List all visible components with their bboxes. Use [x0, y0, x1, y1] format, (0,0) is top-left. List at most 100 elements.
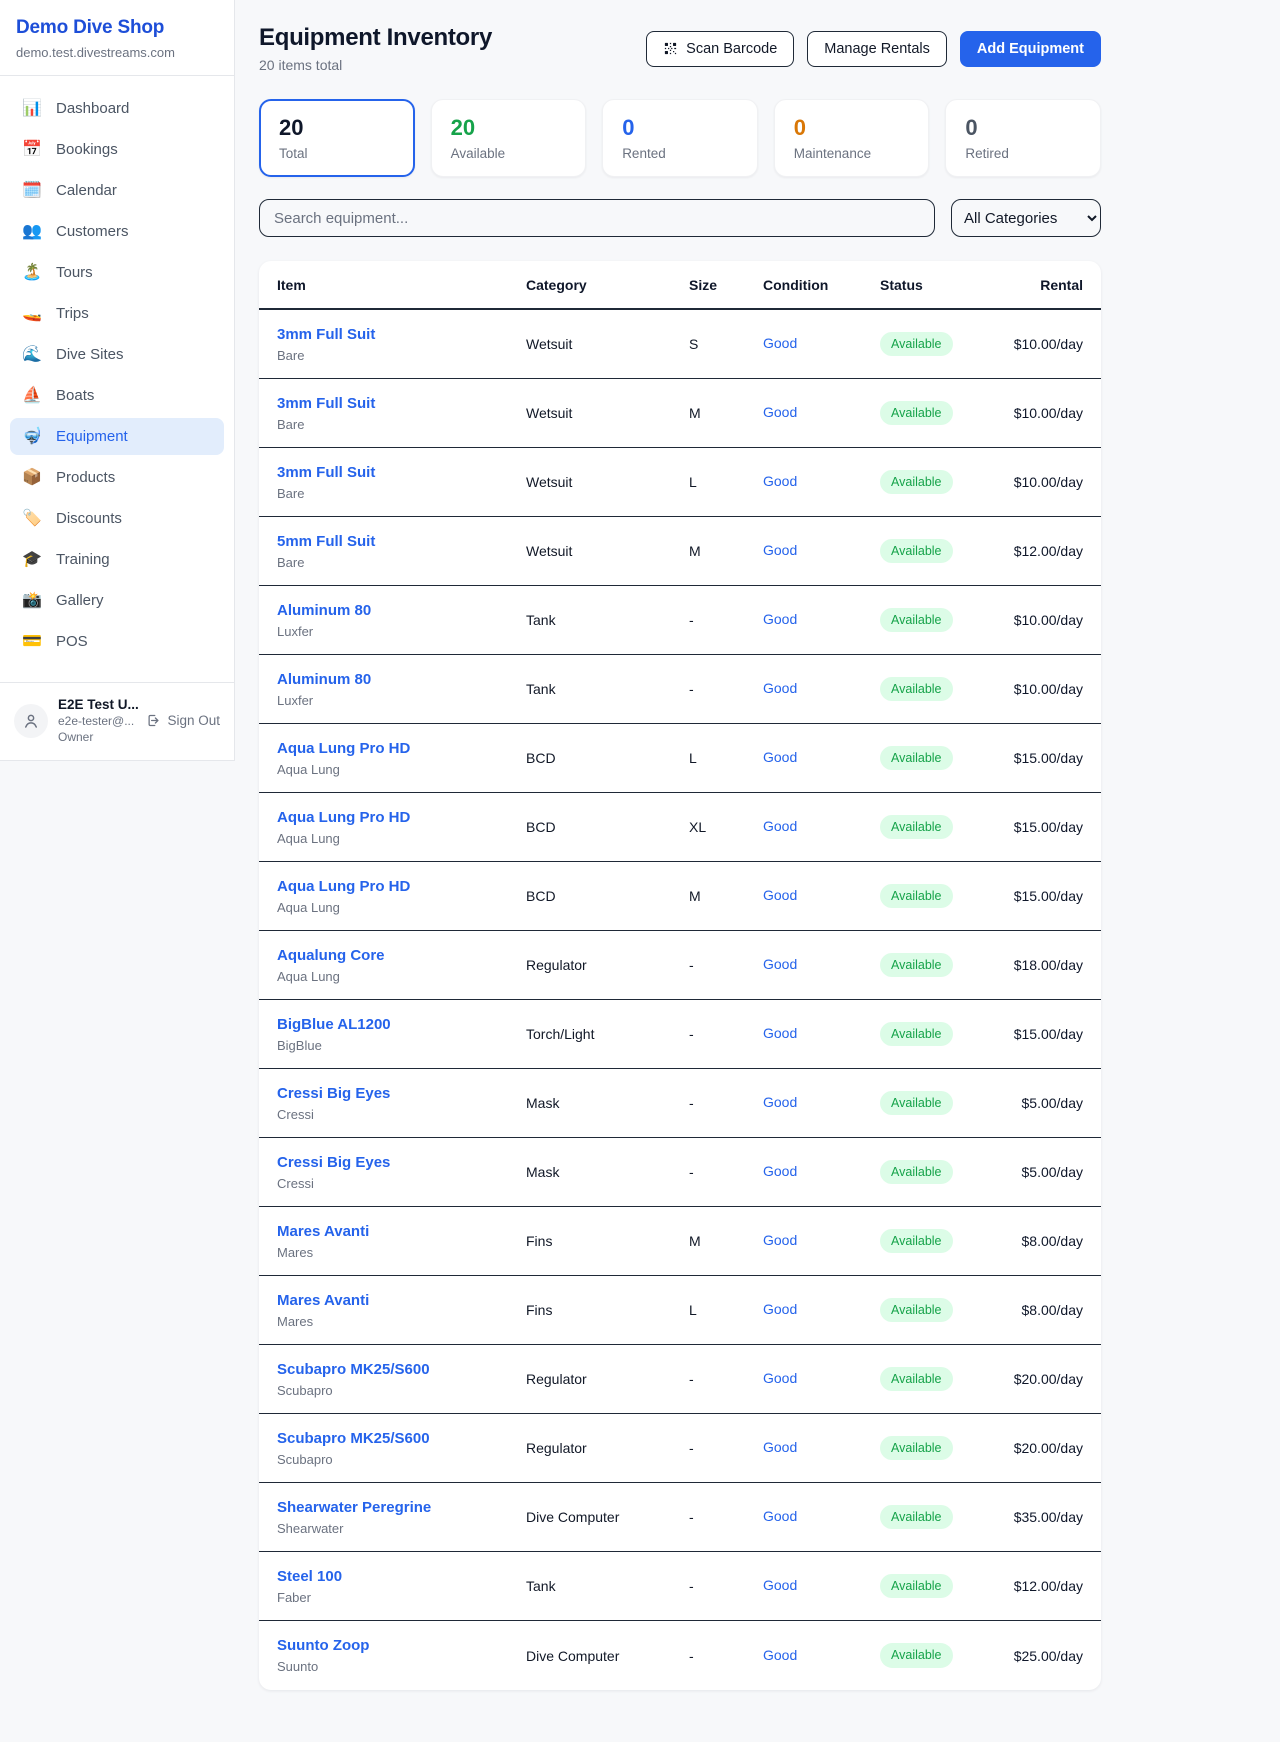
condition-link[interactable]: Good: [763, 956, 797, 972]
stat-card-available[interactable]: 20 Available: [431, 99, 587, 177]
size-cell: -: [689, 1164, 763, 1180]
sidebar-item-label: Dashboard: [56, 100, 129, 117]
category-cell: Tank: [526, 1578, 689, 1594]
condition-link[interactable]: Good: [763, 1094, 797, 1110]
condition-link[interactable]: Good: [763, 749, 797, 765]
condition-link[interactable]: Good: [763, 1025, 797, 1041]
sidebar-nav: 📊 Dashboard 📅 Bookings 🗓️ Calendar 👥 Cus…: [0, 76, 234, 674]
sidebar-item-calendar[interactable]: 🗓️ Calendar: [10, 172, 224, 209]
sidebar-item-customers[interactable]: 👥 Customers: [10, 213, 224, 250]
condition-link[interactable]: Good: [763, 680, 797, 696]
stat-card-maintenance[interactable]: 0 Maintenance: [774, 99, 930, 177]
item-brand: Aqua Lung: [277, 900, 526, 915]
item-name-link[interactable]: Scubapro MK25/S600: [277, 1361, 430, 1378]
condition-link[interactable]: Good: [763, 1163, 797, 1179]
status-cell: Available: [880, 1229, 1010, 1254]
condition-cell: Good: [763, 1163, 880, 1181]
item-brand: Cressi: [277, 1107, 526, 1122]
item-name-link[interactable]: Suunto Zoop: [277, 1637, 369, 1654]
status-cell: Available: [880, 1298, 1010, 1323]
sidebar-item-tours[interactable]: 🏝️ Tours: [10, 254, 224, 291]
add-equipment-button[interactable]: Add Equipment: [960, 31, 1101, 67]
size-cell: -: [689, 1578, 763, 1594]
condition-link[interactable]: Good: [763, 1232, 797, 1248]
condition-link[interactable]: Good: [763, 1370, 797, 1386]
sidebar-item-bookings[interactable]: 📅 Bookings: [10, 131, 224, 168]
sidebar-item-boats[interactable]: ⛵ Boats: [10, 377, 224, 414]
item-name-link[interactable]: Aluminum 80: [277, 602, 371, 619]
item-brand: Cressi: [277, 1176, 526, 1191]
sidebar-item-label: Dive Sites: [56, 346, 124, 363]
item-name-link[interactable]: Aluminum 80: [277, 671, 371, 688]
stat-card-rented[interactable]: 0 Rented: [602, 99, 758, 177]
graduation-cap-icon: 🎓: [22, 552, 42, 568]
rental-cell: $15.00/day: [1010, 819, 1083, 835]
item-name-link[interactable]: Cressi Big Eyes: [277, 1154, 390, 1171]
sidebar-item-trips[interactable]: 🚤 Trips: [10, 295, 224, 332]
item-cell: Mares Avanti Mares: [277, 1292, 526, 1329]
condition-link[interactable]: Good: [763, 404, 797, 420]
sidebar-item-equipment[interactable]: 🤿 Equipment: [10, 418, 224, 455]
item-name-link[interactable]: Aqua Lung Pro HD: [277, 809, 410, 826]
condition-link[interactable]: Good: [763, 818, 797, 834]
condition-link[interactable]: Good: [763, 542, 797, 558]
stat-card-total[interactable]: 20 Total: [259, 99, 415, 177]
table-row: Aqua Lung Pro HD Aqua Lung BCD M Good Av…: [259, 862, 1101, 931]
condition-link[interactable]: Good: [763, 1647, 797, 1663]
item-name-link[interactable]: Aqualung Core: [277, 947, 385, 964]
rental-cell: $10.00/day: [1010, 612, 1083, 628]
condition-link[interactable]: Good: [763, 1508, 797, 1524]
sidebar-item-products[interactable]: 📦 Products: [10, 459, 224, 496]
camera-icon: 📸: [22, 593, 42, 609]
sidebar-item-dashboard[interactable]: 📊 Dashboard: [10, 90, 224, 127]
sidebar-item-label: Boats: [56, 387, 94, 404]
status-badge: Available: [880, 1091, 953, 1116]
condition-link[interactable]: Good: [763, 611, 797, 627]
category-cell: Fins: [526, 1302, 689, 1318]
item-name-link[interactable]: Scubapro MK25/S600: [277, 1430, 430, 1447]
item-name-link[interactable]: 3mm Full Suit: [277, 464, 375, 481]
item-name-link[interactable]: 3mm Full Suit: [277, 326, 375, 343]
category-cell: BCD: [526, 888, 689, 904]
rental-cell: $10.00/day: [1010, 405, 1083, 421]
status-badge: Available: [880, 1160, 953, 1185]
sidebar-item-pos[interactable]: 💳 POS: [10, 623, 224, 660]
item-cell: Cressi Big Eyes Cressi: [277, 1154, 526, 1191]
rental-cell: $15.00/day: [1010, 888, 1083, 904]
sidebar-item-label: Discounts: [56, 510, 122, 527]
scan-barcode-button[interactable]: Scan Barcode: [646, 31, 794, 67]
rental-cell: $18.00/day: [1010, 957, 1083, 973]
condition-link[interactable]: Good: [763, 887, 797, 903]
item-name-link[interactable]: BigBlue AL1200: [277, 1016, 391, 1033]
condition-link[interactable]: Good: [763, 1301, 797, 1317]
table-row: Suunto Zoop Suunto Dive Computer - Good …: [259, 1621, 1101, 1690]
item-name-link[interactable]: Shearwater Peregrine: [277, 1499, 431, 1516]
sidebar-item-dive-sites[interactable]: 🌊 Dive Sites: [10, 336, 224, 373]
calendar-icon: 📅: [22, 142, 42, 158]
condition-link[interactable]: Good: [763, 1577, 797, 1593]
sidebar-item-training[interactable]: 🎓 Training: [10, 541, 224, 578]
item-name-link[interactable]: 3mm Full Suit: [277, 395, 375, 412]
sidebar-item-discounts[interactable]: 🏷️ Discounts: [10, 500, 224, 537]
condition-cell: Good: [763, 1577, 880, 1595]
item-name-link[interactable]: Cressi Big Eyes: [277, 1085, 390, 1102]
size-cell: XL: [689, 819, 763, 835]
sign-out-button[interactable]: Sign Out: [146, 713, 220, 728]
filters-row: All Categories: [259, 199, 1101, 237]
item-name-link[interactable]: Aqua Lung Pro HD: [277, 878, 410, 895]
stat-card-retired[interactable]: 0 Retired: [945, 99, 1101, 177]
condition-link[interactable]: Good: [763, 1439, 797, 1455]
size-cell: M: [689, 888, 763, 904]
item-name-link[interactable]: Aqua Lung Pro HD: [277, 740, 410, 757]
item-name-link[interactable]: 5mm Full Suit: [277, 533, 375, 550]
item-name-link[interactable]: Mares Avanti: [277, 1223, 369, 1240]
condition-link[interactable]: Good: [763, 335, 797, 351]
sidebar-item-gallery[interactable]: 📸 Gallery: [10, 582, 224, 619]
condition-link[interactable]: Good: [763, 473, 797, 489]
search-input[interactable]: [259, 199, 935, 237]
item-name-link[interactable]: Steel 100: [277, 1568, 342, 1585]
category-select[interactable]: All Categories: [951, 199, 1101, 237]
manage-rentals-button[interactable]: Manage Rentals: [807, 31, 947, 67]
item-name-link[interactable]: Mares Avanti: [277, 1292, 369, 1309]
table-row: BigBlue AL1200 BigBlue Torch/Light - Goo…: [259, 1000, 1101, 1069]
